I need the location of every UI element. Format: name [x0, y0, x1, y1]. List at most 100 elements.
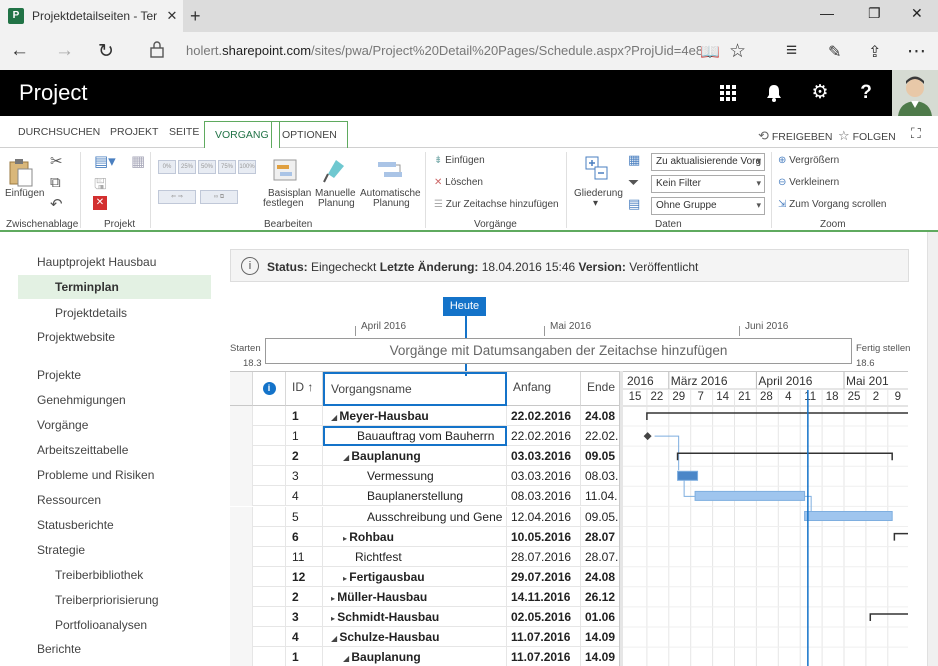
- app-launcher-icon[interactable]: [705, 70, 751, 116]
- page-scrollbar[interactable]: [927, 232, 938, 666]
- focus-content-icon[interactable]: ⛶: [911, 125, 921, 142]
- nav-item-projekte[interactable]: Projekte: [37, 368, 81, 382]
- pct-50-button[interactable]: 50%: [198, 160, 216, 174]
- cell-task-name[interactable]: ▸ Schmidt-Hausbau: [323, 607, 507, 627]
- group-select[interactable]: Ohne Gruppe: [651, 197, 765, 215]
- grid-header-corner[interactable]: [230, 372, 253, 406]
- row-selector[interactable]: [230, 607, 253, 627]
- cell-end[interactable]: 09.05.: [581, 507, 620, 527]
- insert-task-button[interactable]: ⇟ Einfügen: [434, 155, 485, 166]
- cell-end[interactable]: 28.07.: [581, 547, 620, 567]
- cell-start[interactable]: 11.07.2016: [507, 647, 581, 666]
- row-selector[interactable]: [230, 546, 253, 567]
- cell-id[interactable]: 11: [286, 546, 323, 567]
- table-row[interactable]: 1 ◢ Meyer-Hausbau 22.02.2016 24.08: [230, 406, 620, 426]
- scroll-to-task-button[interactable]: ⇲ Zum Vorgang scrollen: [778, 199, 886, 210]
- delete-task-button[interactable]: ✕ Löschen: [434, 177, 483, 188]
- share-icon[interactable]: ⇪: [868, 42, 881, 62]
- more-icon[interactable]: ⋯: [907, 40, 926, 63]
- indicator-cell[interactable]: [253, 526, 286, 547]
- copy-icon[interactable]: ⧉: [50, 174, 61, 191]
- cell-end[interactable]: 01.06: [581, 607, 620, 627]
- row-selector[interactable]: [230, 526, 253, 547]
- grid-header-end[interactable]: Ende: [581, 372, 620, 406]
- nav-item-projektdetails[interactable]: Projektdetails: [55, 306, 127, 320]
- row-selector[interactable]: [230, 466, 253, 487]
- baseline-button[interactable]: [272, 156, 300, 189]
- row-selector[interactable]: [230, 406, 253, 426]
- cell-start[interactable]: 12.04.2016: [507, 506, 581, 527]
- indicator-cell[interactable]: [253, 486, 286, 507]
- nav-item-ressourcen[interactable]: Ressourcen: [37, 493, 101, 507]
- close-project-icon[interactable]: ✕: [93, 196, 107, 210]
- cell-task-name[interactable]: Bauplanerstellung: [323, 486, 507, 507]
- table-row[interactable]: 3 Vermessung 03.03.2016 08.03.: [230, 466, 620, 487]
- indicator-cell[interactable]: [253, 426, 286, 447]
- cell-start[interactable]: 03.03.2016: [507, 446, 581, 467]
- close-tab-icon[interactable]: ✕: [161, 8, 183, 24]
- auto-schedule-button[interactable]: [376, 156, 404, 189]
- web-note-icon[interactable]: ✎: [828, 42, 841, 62]
- cell-id[interactable]: 6: [286, 526, 323, 547]
- pct-25-button[interactable]: 25%: [178, 160, 196, 174]
- cell-task-name[interactable]: ▸ Fertigausbau: [323, 566, 507, 587]
- close-window-icon[interactable]: ✕: [911, 5, 923, 22]
- cell-end[interactable]: 28.07: [581, 527, 620, 547]
- indicator-cell[interactable]: [253, 506, 286, 527]
- cell-end[interactable]: 24.08: [581, 567, 620, 587]
- user-avatar[interactable]: [892, 70, 938, 116]
- cell-task-name[interactable]: Bauauftrag vom Bauherrn: [323, 426, 507, 447]
- cell-id[interactable]: 5: [286, 506, 323, 527]
- pct-75-button[interactable]: 75%: [218, 160, 236, 174]
- indicator-cell[interactable]: [253, 546, 286, 567]
- url-field[interactable]: holert.sharepoint.com/sites/pwa/Project%…: [186, 43, 701, 58]
- cell-task-name[interactable]: ◢ Bauplanung: [323, 446, 507, 467]
- cell-start[interactable]: 03.03.2016: [507, 466, 581, 487]
- outline-dropdown-icon[interactable]: ▾: [593, 198, 598, 209]
- new-tab-icon[interactable]: +: [190, 6, 201, 27]
- tab-seite[interactable]: SEITE: [169, 126, 199, 138]
- app-title[interactable]: Project: [19, 80, 87, 106]
- cell-task-name[interactable]: Ausschreibung und Gene: [323, 506, 507, 527]
- indicator-cell[interactable]: [253, 627, 286, 648]
- table-row[interactable]: 4 ◢ Schulze-Hausbau 11.07.2016 14.09: [230, 627, 620, 648]
- grid-header-start[interactable]: Anfang: [507, 372, 581, 406]
- cell-task-name[interactable]: ◢ Meyer-Hausbau: [323, 406, 507, 426]
- restore-icon[interactable]: ❐: [868, 5, 881, 22]
- notifications-bell-icon[interactable]: [751, 70, 797, 116]
- tab-optionen[interactable]: OPTIONEN: [271, 121, 348, 148]
- refresh-icon[interactable]: ↻: [98, 40, 114, 63]
- reading-view-icon[interactable]: 📖: [700, 42, 720, 62]
- cell-id[interactable]: 2: [286, 446, 323, 467]
- cell-task-name[interactable]: ◢ Schulze-Hausbau: [323, 627, 507, 648]
- cell-end[interactable]: 24.08: [581, 406, 620, 426]
- nav-item-projektwebsite[interactable]: Projektwebsite: [37, 330, 115, 344]
- indicator-cell[interactable]: [253, 446, 286, 467]
- cell-end[interactable]: 22.02.: [581, 426, 620, 446]
- tab-vorgang[interactable]: VORGANG: [204, 121, 280, 149]
- table-row[interactable]: 6 ▸ Rohbau 10.05.2016 28.07: [230, 526, 620, 547]
- indicator-cell[interactable]: [253, 566, 286, 587]
- zoom-in-button[interactable]: ⊕ Vergrößern: [778, 155, 839, 166]
- cell-end[interactable]: 26.12: [581, 587, 620, 607]
- nav-item-genehmigungen[interactable]: Genehmigungen: [37, 393, 126, 407]
- cell-start[interactable]: 29.07.2016: [507, 566, 581, 587]
- nav-item-terminplan[interactable]: Terminplan: [55, 280, 119, 294]
- cell-task-name[interactable]: Richtfest: [323, 546, 507, 567]
- row-selector[interactable]: [230, 566, 253, 587]
- cell-start[interactable]: 22.02.2016: [507, 426, 581, 447]
- back-icon[interactable]: ←: [10, 40, 29, 62]
- nav-item-arbeitszeittabelle[interactable]: Arbeitszeittabelle: [37, 443, 128, 457]
- cell-end[interactable]: 08.03.: [581, 466, 620, 486]
- cell-task-name[interactable]: ▸ Rohbau: [323, 526, 507, 547]
- cell-task-name[interactable]: ▸ Müller-Hausbau: [323, 586, 507, 607]
- minimize-icon[interactable]: —: [820, 5, 834, 21]
- cell-id[interactable]: 2: [286, 586, 323, 607]
- table-row[interactable]: 11 Richtfest 28.07.2016 28.07.: [230, 546, 620, 567]
- properties-icon[interactable]: ▦: [131, 152, 145, 170]
- row-selector[interactable]: [230, 426, 253, 447]
- link-tasks-icon[interactable]: ∞ ⧉: [200, 190, 238, 204]
- nav-item-strategie[interactable]: Strategie: [37, 543, 85, 557]
- cell-id[interactable]: 4: [286, 627, 323, 648]
- row-selector[interactable]: [230, 627, 253, 648]
